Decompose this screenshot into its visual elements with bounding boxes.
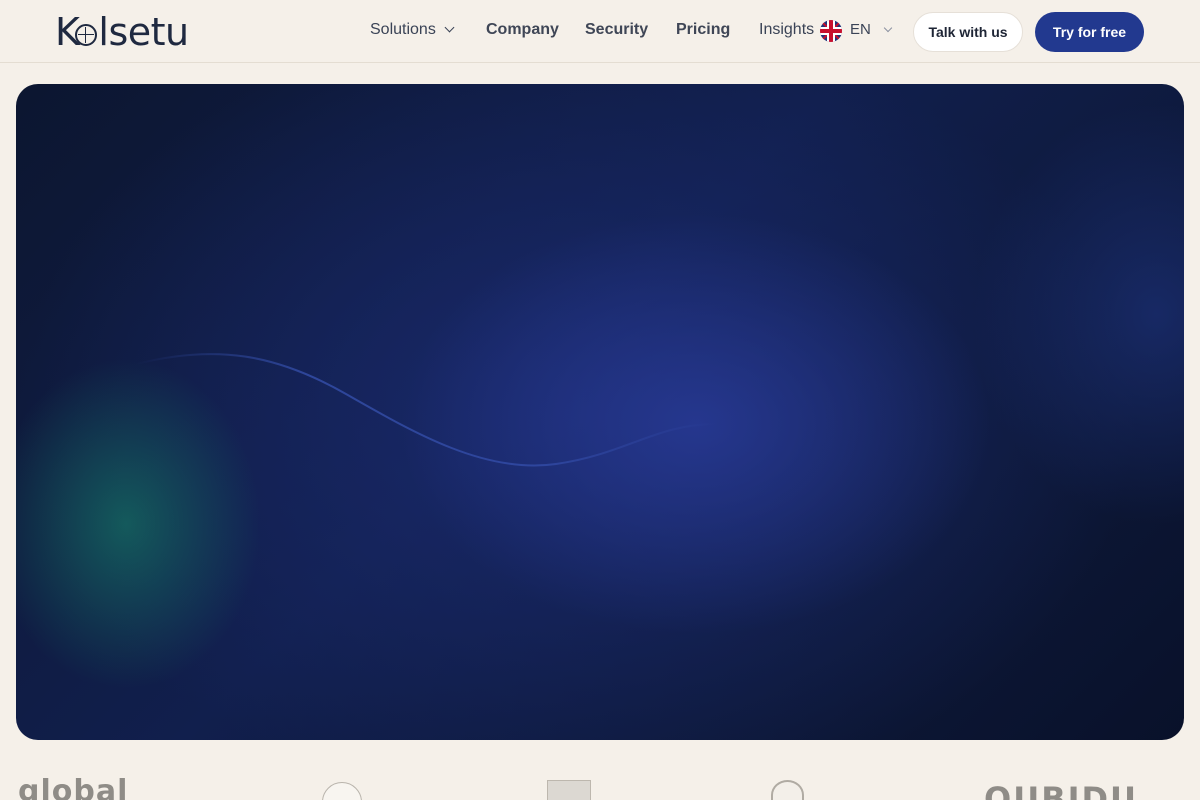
nav-solutions-label: Solutions bbox=[370, 21, 436, 38]
nav-security[interactable]: Security bbox=[585, 21, 648, 39]
chevron-down-icon bbox=[444, 22, 455, 33]
language-selector[interactable]: EN bbox=[850, 21, 893, 38]
client-logo-strip: global QUBIDU bbox=[0, 770, 1200, 800]
nav-pricing[interactable]: Pricing bbox=[676, 21, 730, 39]
nav-company[interactable]: Company bbox=[486, 21, 559, 39]
talk-with-us-button[interactable]: Talk with us bbox=[913, 12, 1023, 52]
uk-flag-icon[interactable] bbox=[820, 20, 842, 42]
brand-logo-rest: lsetu bbox=[98, 10, 189, 54]
client-logo-seal bbox=[322, 782, 362, 800]
globe-icon bbox=[75, 24, 98, 46]
nav-insights[interactable]: Insights bbox=[759, 21, 814, 39]
chevron-down-icon bbox=[883, 23, 893, 33]
client-logo-photo bbox=[547, 780, 591, 800]
nav-solutions[interactable]: Solutions bbox=[370, 21, 455, 39]
client-logo-qubidu: QUBIDU bbox=[984, 780, 1139, 800]
language-label: EN bbox=[850, 21, 871, 38]
try-for-free-button[interactable]: Try for free bbox=[1035, 12, 1144, 52]
hero-wave-line bbox=[135, 353, 717, 467]
site-header: Klsetu Solutions Company Security Pricin… bbox=[0, 0, 1200, 63]
brand-logo[interactable]: Klsetu bbox=[55, 10, 189, 54]
client-logo-global: global bbox=[18, 774, 129, 800]
hero-banner bbox=[16, 84, 1184, 740]
client-logo-badge bbox=[771, 780, 804, 800]
